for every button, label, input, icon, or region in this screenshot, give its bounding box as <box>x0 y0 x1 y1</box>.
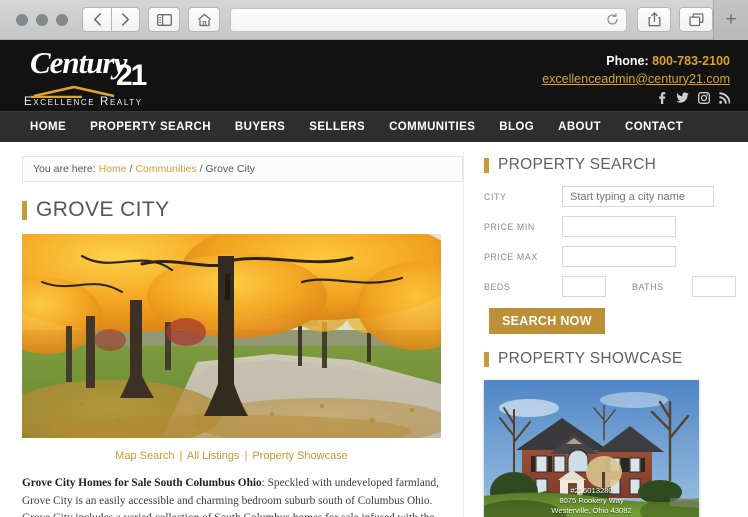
link-map-search[interactable]: Map Search <box>115 450 174 462</box>
breadcrumb-link-communities[interactable]: Communities <box>135 163 196 175</box>
close-window-button[interactable] <box>16 13 28 26</box>
webpage: Century 21 Excellence Realty Phone: 800-… <box>0 40 748 517</box>
nav-item-about[interactable]: ABOUT <box>558 121 601 133</box>
site-logo[interactable]: Century 21 Excellence Realty <box>16 43 186 109</box>
hero-image <box>22 234 441 438</box>
logo-brand-text: Century <box>30 44 127 80</box>
title-accent-bar <box>22 200 27 220</box>
tabs-icon <box>688 12 703 26</box>
price-max-field-row: PRICE MAX <box>484 246 730 267</box>
browser-window: + Century 21 Excellence Realty Phone: 80… <box>0 0 748 517</box>
sidebar: PROPERTY SEARCH CITY PRICE MIN PRICE MAX… <box>463 152 748 517</box>
sidebar-toggle-button[interactable] <box>148 7 180 32</box>
price-max-input[interactable] <box>562 246 676 267</box>
breadcrumb: You are here: Home / Communities / Grove… <box>22 156 463 182</box>
property-showcase-title: PROPERTY SHOWCASE <box>498 350 683 367</box>
nav-item-buyers[interactable]: BUYERS <box>235 121 285 133</box>
property-showcase-heading: PROPERTY SHOWCASE <box>484 350 730 368</box>
body-lead-text: Grove City Homes for Sale South Columbus… <box>22 477 262 489</box>
showcase-street: 8075 Rookery Way <box>559 496 624 505</box>
price-min-input[interactable] <box>562 216 676 237</box>
breadcrumb-prefix: You are here: <box>33 163 96 175</box>
window-controls[interactable] <box>16 13 68 26</box>
main-column: You are here: Home / Communities / Grove… <box>0 152 463 517</box>
link-all-listings[interactable]: All Listings <box>187 450 240 462</box>
beds-input[interactable] <box>562 276 606 297</box>
page-title: GROVE CITY <box>22 198 463 222</box>
link-separator-2: | <box>244 450 248 462</box>
zoom-window-button[interactable] <box>56 13 68 26</box>
body-paragraph: Grove City Homes for Sale South Columbus… <box>22 475 446 517</box>
header-contact: Phone: 800-783-2100 excellenceadmin@cent… <box>542 48 730 104</box>
city-input[interactable] <box>562 186 714 207</box>
property-search-title: PROPERTY SEARCH <box>498 156 657 173</box>
quick-links: Map Search | All Listings | Property Sho… <box>22 450 441 462</box>
nav-item-blog[interactable]: BLOG <box>499 121 534 133</box>
rss-icon[interactable] <box>719 91 730 104</box>
search-now-button[interactable]: SEARCH NOW <box>489 308 605 334</box>
nav-item-home[interactable]: HOME <box>30 121 66 133</box>
home-icon <box>197 13 211 26</box>
social-links <box>542 91 730 104</box>
minimize-window-button[interactable] <box>36 13 48 26</box>
facebook-icon[interactable] <box>656 91 667 104</box>
link-property-showcase[interactable]: Property Showcase <box>252 450 347 462</box>
nav-item-property-search[interactable]: PROPERTY SEARCH <box>90 121 211 133</box>
phone-number[interactable]: 800-783-2100 <box>652 54 730 68</box>
nav-item-sellers[interactable]: SELLERS <box>309 121 365 133</box>
back-button[interactable] <box>82 7 111 32</box>
page-content: You are here: Home / Communities / Grove… <box>0 142 748 517</box>
address-bar[interactable] <box>230 7 627 32</box>
showcase-city-state: Westerville, Ohio 43082 <box>551 506 632 515</box>
share-icon <box>648 12 660 27</box>
nav-item-contact[interactable]: CONTACT <box>625 121 683 133</box>
show-tabs-button[interactable] <box>679 7 713 32</box>
browser-toolbar: + <box>0 0 748 40</box>
city-label: CITY <box>484 191 507 202</box>
nav-item-communities[interactable]: COMMUNITIES <box>389 121 475 133</box>
home-button[interactable] <box>188 7 220 32</box>
logo-tagline: Excellence Realty <box>24 95 143 108</box>
beds-baths-field-row: BEDS BATHS <box>484 276 736 297</box>
chevron-left-icon <box>93 13 101 26</box>
breadcrumb-current: Grove City <box>205 163 256 175</box>
main-navigation: HOME PROPERTY SEARCH BUYERS SELLERS COMM… <box>0 111 748 142</box>
chevron-right-icon <box>122 13 129 26</box>
link-separator-1: | <box>179 450 183 462</box>
search-accent-bar <box>484 157 489 173</box>
baths-input[interactable] <box>692 276 736 297</box>
breadcrumb-separator-1: / <box>129 163 133 175</box>
reload-icon <box>607 13 618 25</box>
property-search-heading: PROPERTY SEARCH <box>484 156 730 174</box>
city-field-row: CITY <box>484 186 730 207</box>
phone-line: Phone: 800-783-2100 <box>542 52 730 70</box>
forward-button[interactable] <box>111 7 140 32</box>
phone-label: Phone: <box>606 53 649 68</box>
navigation-buttons <box>82 7 140 32</box>
baths-label: BATHS <box>632 281 664 292</box>
autumn-park-illustration <box>22 234 441 438</box>
twitter-icon[interactable] <box>676 91 689 104</box>
new-tab-button[interactable]: + <box>713 0 748 40</box>
showcase-mls-number: #216013280 <box>570 486 613 495</box>
showcase-property-image[interactable]: #216013280 8075 Rookery Way Westerville,… <box>484 380 699 517</box>
sidebar-icon <box>156 13 172 26</box>
property-showcase-section: PROPERTY SHOWCASE #216013280 8075 Rooker… <box>484 350 730 517</box>
breadcrumb-separator-2: / <box>199 163 203 175</box>
price-max-label: PRICE MAX <box>484 251 538 262</box>
price-min-field-row: PRICE MIN <box>484 216 730 237</box>
beds-label: BEDS <box>484 281 511 292</box>
site-header: Century 21 Excellence Realty Phone: 800-… <box>0 40 748 111</box>
showcase-caption: #216013280 8075 Rookery Way Westerville,… <box>484 486 699 517</box>
showcase-accent-bar <box>484 351 489 367</box>
price-min-label: PRICE MIN <box>484 221 535 232</box>
share-button[interactable] <box>637 7 671 32</box>
email-link[interactable]: excellenceadmin@century21.com <box>542 70 730 88</box>
logo-number-text: 21 <box>116 58 147 92</box>
breadcrumb-link-home[interactable]: Home <box>99 163 127 175</box>
instagram-icon[interactable] <box>698 91 710 104</box>
page-title-text: GROVE CITY <box>36 198 170 221</box>
